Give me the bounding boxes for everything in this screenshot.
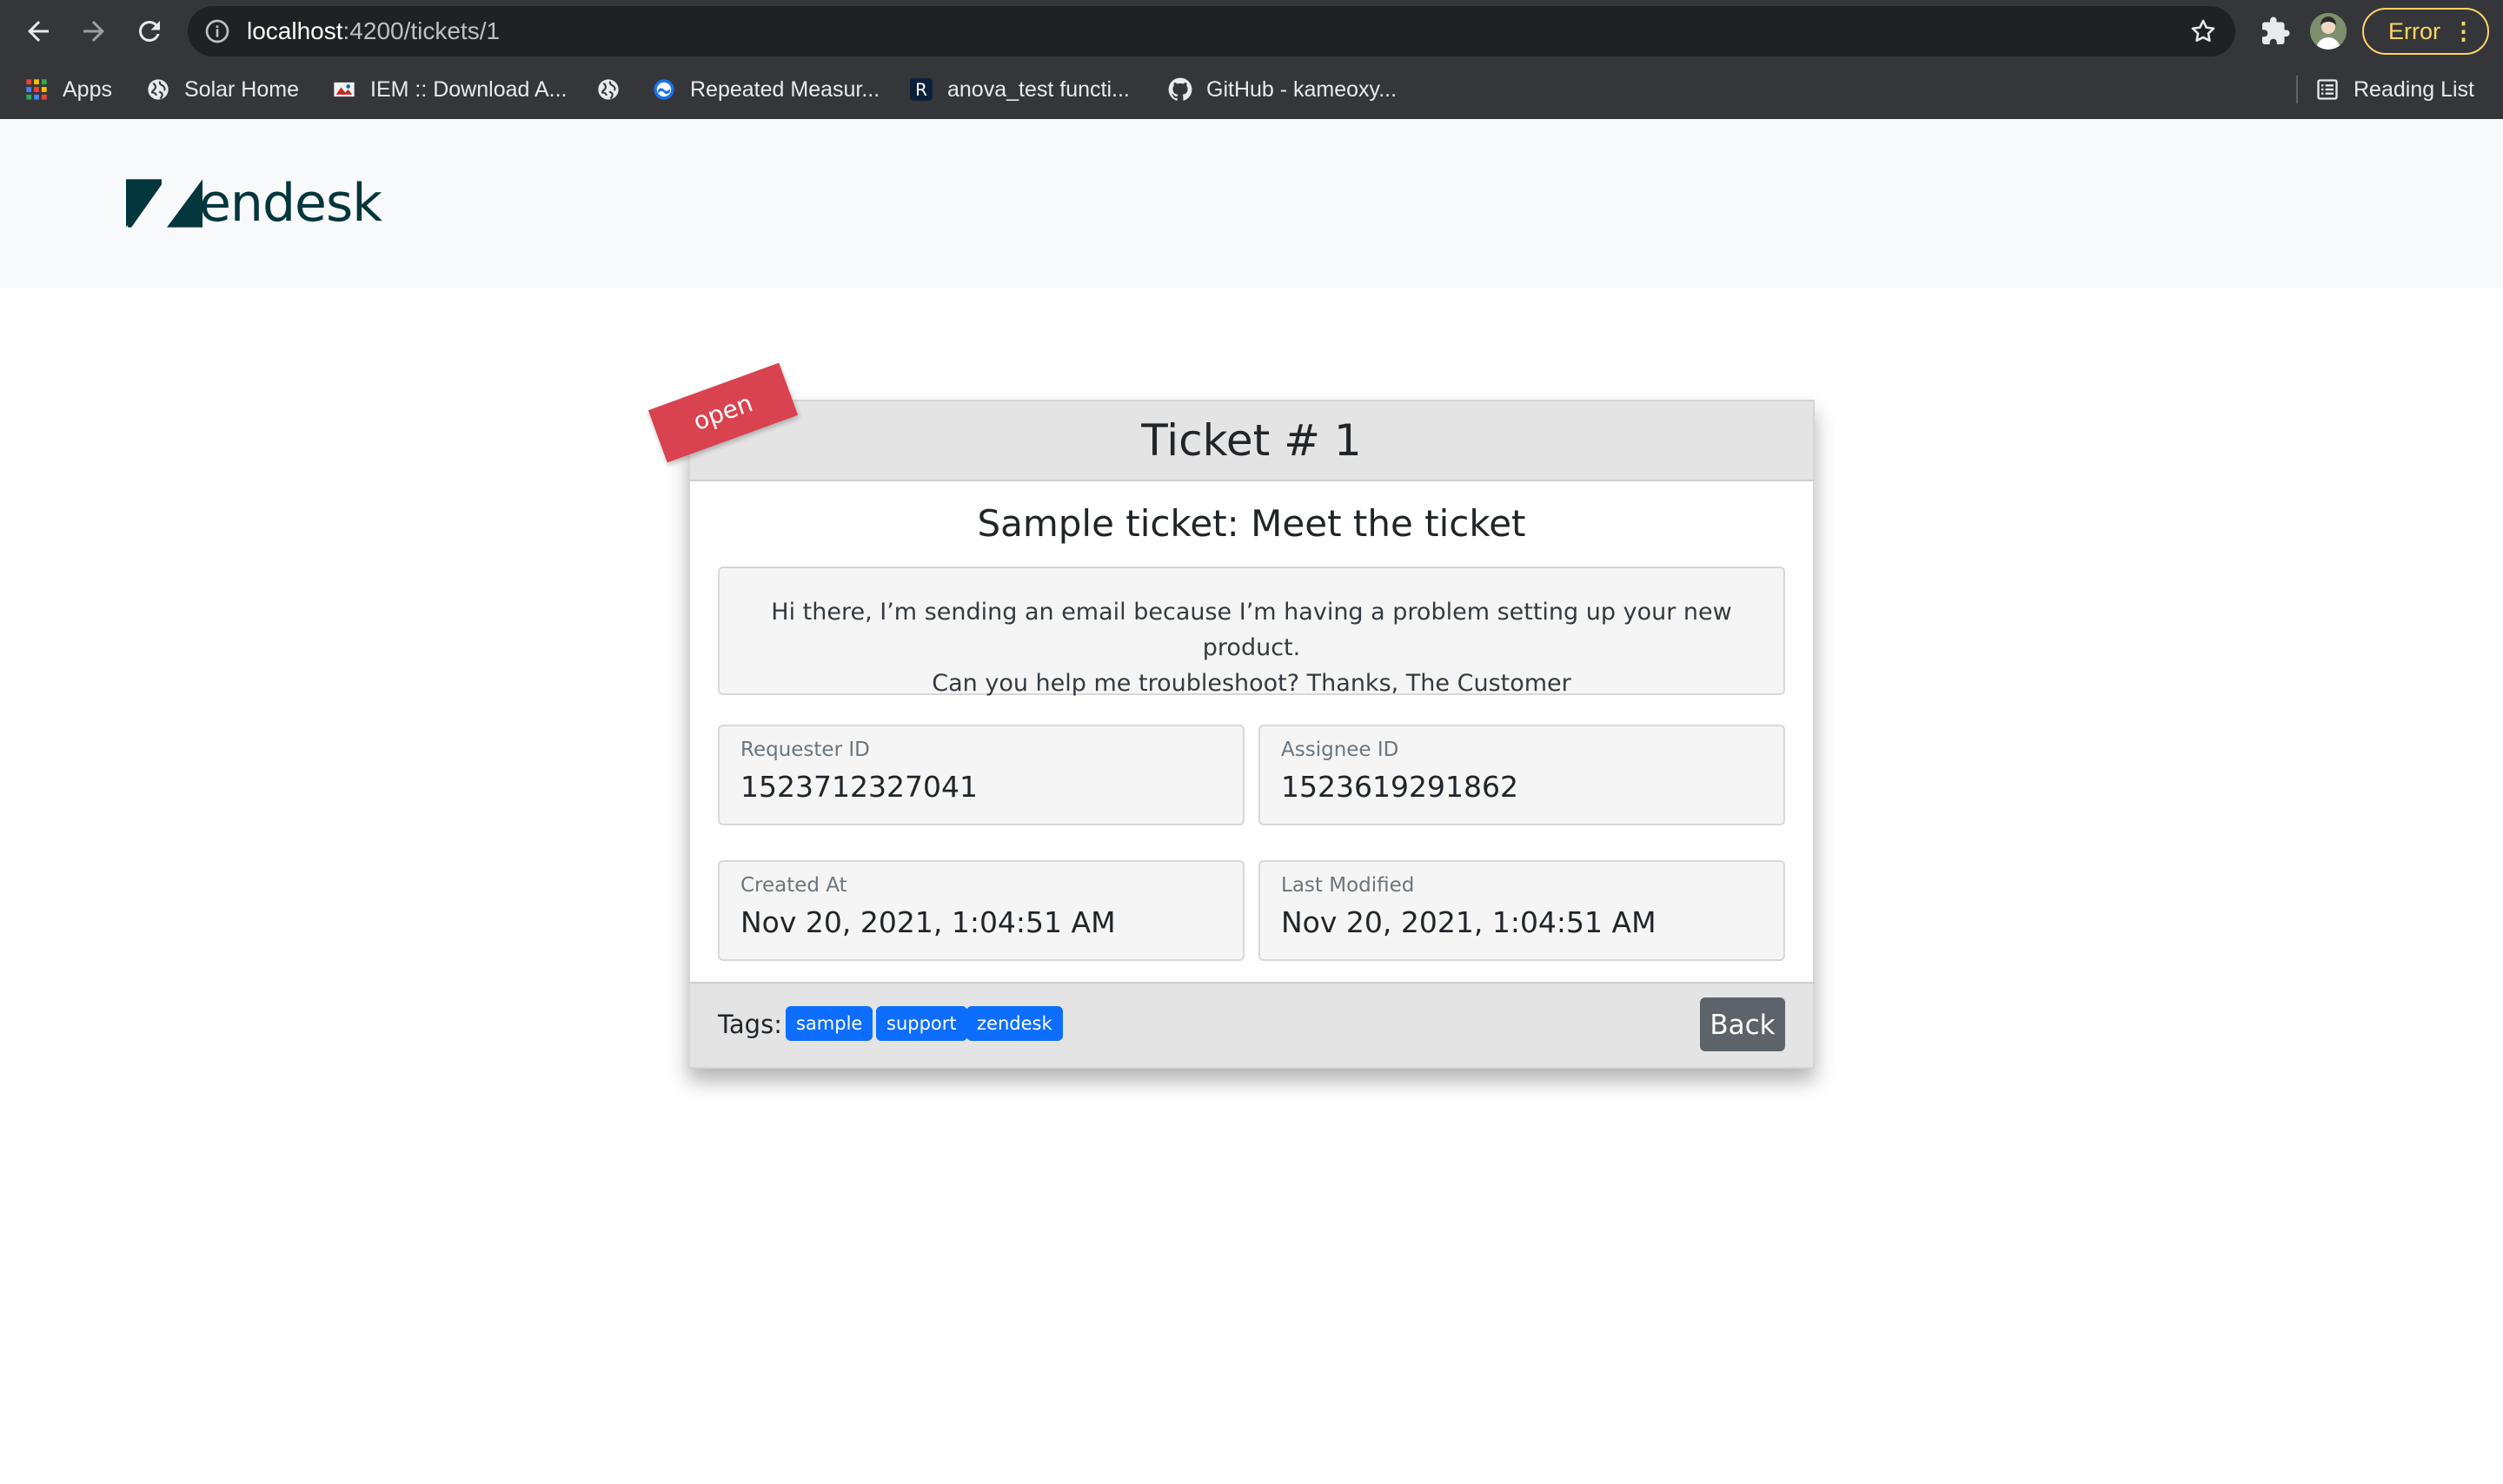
ticket-footer: Tags: sample support zendesk Back <box>690 982 1813 1067</box>
field-value: 1523619291862 <box>1281 770 1518 804</box>
bookmark-github[interactable]: GitHub - kameoxy... <box>1168 64 1397 115</box>
app-header: endesk <box>0 119 2503 288</box>
assignee-id-field: Assignee ID 1523619291862 <box>1258 725 1785 825</box>
reload-button[interactable] <box>130 12 169 50</box>
bookmark-apps[interactable]: Apps <box>24 64 112 115</box>
field-label: Assignee ID <box>1281 739 1399 761</box>
tag-badge: support <box>876 1006 967 1041</box>
bookmark-repeated-measures[interactable]: Repeated Measur... <box>652 64 880 115</box>
star-icon[interactable] <box>2188 17 2218 46</box>
repeated-measures-favicon-icon <box>652 77 676 102</box>
url-path: :4200/tickets/1 <box>342 17 501 44</box>
extensions-puzzle-icon[interactable] <box>2260 16 2291 47</box>
bookmark-globe[interactable] <box>596 64 621 115</box>
avatar-icon <box>2310 13 2347 50</box>
ticket-title: Ticket # 1 <box>690 401 1813 481</box>
error-label: Error <box>2388 18 2440 44</box>
tag-badge: zendesk <box>966 1006 1063 1041</box>
ticket-description: Hi there, I’m sending an email because I… <box>718 566 1785 697</box>
zendesk-z-logo-icon <box>126 179 202 228</box>
bookmarks-bar: Apps Solar Home IEM :: Download A... Rep… <box>0 64 2503 115</box>
ticket-subject: Sample ticket: Meet the ticket <box>977 502 1526 545</box>
last-modified-field: Last Modified Nov 20, 2021, 1:04:51 AM <box>1258 860 1785 961</box>
tag-badge: sample <box>786 1006 873 1041</box>
bookmark-iem-download[interactable]: IEM :: Download A... <box>332 64 568 115</box>
arrow-left-icon <box>28 21 49 42</box>
globe-icon <box>596 77 621 102</box>
requester-id-field: Requester ID 1523712327041 <box>718 725 1245 825</box>
reading-list-label: Reading List <box>2354 76 2474 102</box>
more-menu-icon: ⋮ <box>2452 18 2475 44</box>
github-icon <box>1168 77 1192 102</box>
back-nav-button[interactable] <box>19 12 57 50</box>
bookmark-label: Apps <box>63 76 112 102</box>
apps-grid-icon <box>24 77 49 102</box>
bookmark-label: Solar Home <box>184 76 299 102</box>
forward-nav-button[interactable] <box>75 12 113 50</box>
profile-avatar[interactable] <box>2310 13 2347 50</box>
url-text[interactable]: localhost:4200/tickets/1 <box>247 6 500 56</box>
bookmark-anova-test[interactable]: R anova_test functi... <box>909 64 1130 115</box>
description-line: Can you help me troubleshoot? Thanks, Th… <box>932 670 1571 697</box>
created-at-field: Created At Nov 20, 2021, 1:04:51 AM <box>718 860 1245 961</box>
zendesk-logo[interactable]: endesk <box>126 173 382 234</box>
arrow-right-icon <box>83 21 104 42</box>
reading-list-icon <box>2315 77 2340 102</box>
iem-favicon-icon <box>332 77 356 102</box>
tags-label: Tags: <box>718 1010 782 1039</box>
ticket-card: Ticket # 1 Sample ticket: Meet the ticke… <box>688 400 1815 1069</box>
browser-error-button[interactable]: Error ⋮ <box>2362 8 2489 55</box>
description-line: Hi there, I’m sending an email because I… <box>771 599 1732 661</box>
bookmarks-divider <box>2296 76 2298 103</box>
address-bar[interactable]: localhost:4200/tickets/1 <box>188 6 2235 56</box>
browser-chrome: localhost:4200/tickets/1 Error ⋮ Apps So… <box>0 0 2503 119</box>
bookmark-label: GitHub - kameoxy... <box>1206 76 1398 102</box>
bookmark-label: anova_test functi... <box>947 76 1130 102</box>
logo-wordmark: endesk <box>199 173 382 234</box>
svg-text:R: R <box>915 80 927 100</box>
url-host: localhost <box>247 17 343 44</box>
r-favicon-icon: R <box>909 77 933 102</box>
reload-icon <box>138 20 160 42</box>
field-value: Nov 20, 2021, 1:04:51 AM <box>740 905 1116 939</box>
field-label: Created At <box>740 874 847 897</box>
field-label: Last Modified <box>1281 874 1415 897</box>
globe-icon <box>146 77 170 102</box>
info-icon[interactable] <box>203 17 231 45</box>
field-value: 1523712327041 <box>740 770 978 804</box>
bookmark-label: IEM :: Download A... <box>370 76 568 102</box>
field-label: Requester ID <box>740 739 870 761</box>
bookmark-label: Repeated Measur... <box>690 76 880 102</box>
reading-list-button[interactable]: Reading List <box>2315 64 2474 115</box>
bookmark-solar-home[interactable]: Solar Home <box>146 64 299 115</box>
field-value: Nov 20, 2021, 1:04:51 AM <box>1281 905 1656 939</box>
back-button[interactable]: Back <box>1700 997 1785 1051</box>
